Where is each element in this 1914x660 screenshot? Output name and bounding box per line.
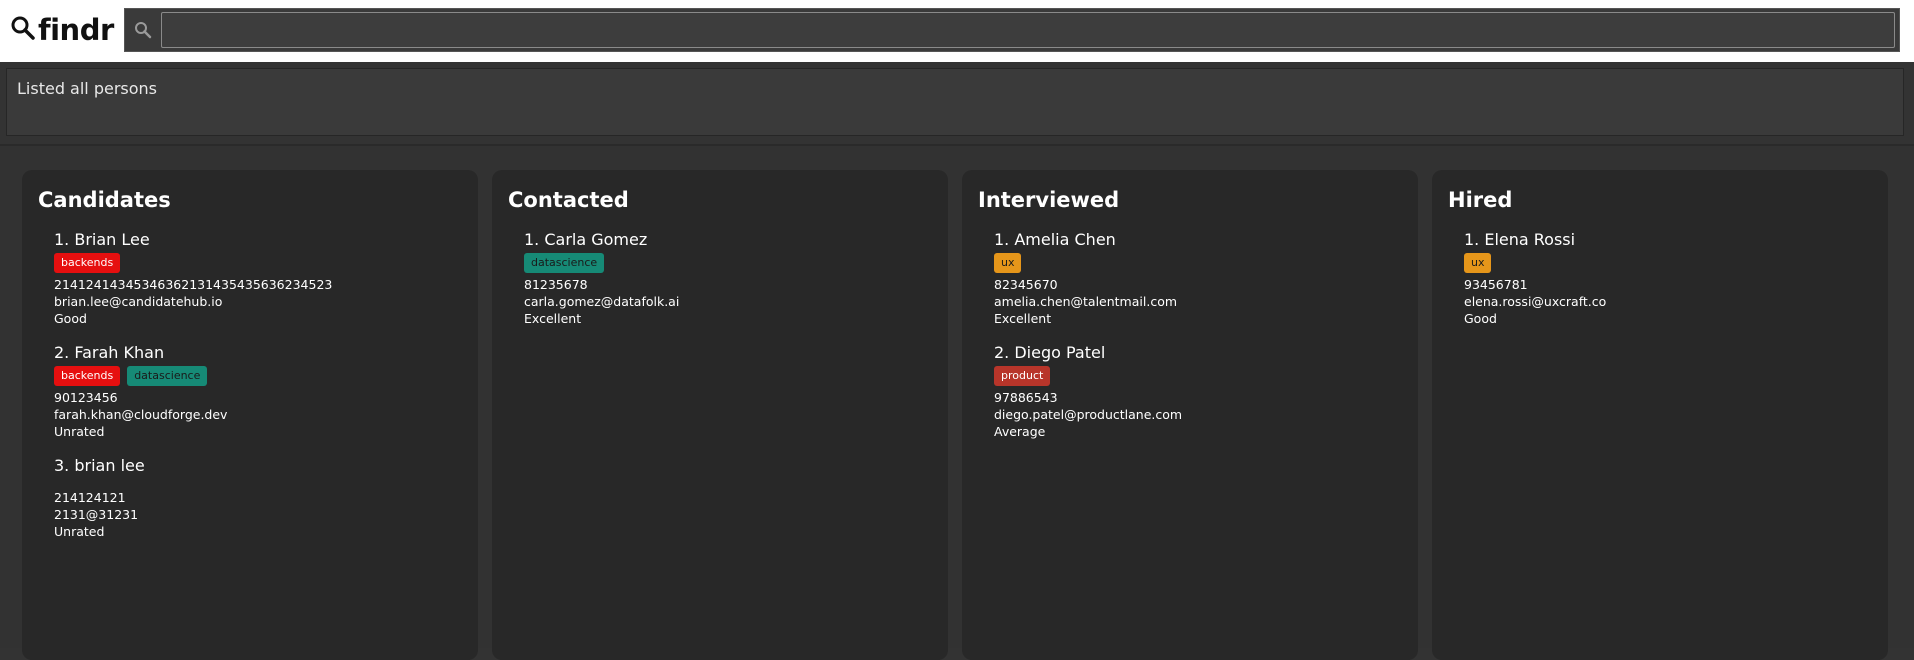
person-email: amelia.chen@talentmail.com bbox=[994, 294, 1178, 309]
result-display-area: Listed all persons bbox=[0, 62, 1914, 146]
person-name: 1. Brian Lee bbox=[54, 230, 150, 249]
tag-badge: ux bbox=[994, 253, 1022, 273]
tag-list: backends bbox=[54, 253, 462, 273]
person-phone: 214124121 bbox=[54, 490, 126, 505]
tag-badge: backends bbox=[54, 253, 121, 273]
person-email: farah.khan@cloudforge.dev bbox=[54, 407, 228, 422]
column-title: Contacted bbox=[508, 188, 629, 212]
person-card[interactable]: 1. Carla Gomez datascience 81235678 carla.g… bbox=[524, 230, 932, 343]
tag-list: datascience bbox=[524, 253, 932, 273]
result-display: Listed all persons bbox=[6, 68, 1904, 136]
command-input[interactable] bbox=[161, 12, 1895, 48]
tag-list: backends datascience bbox=[54, 366, 462, 386]
column-title: Hired bbox=[1448, 188, 1513, 212]
person-rating: Excellent bbox=[994, 311, 1052, 326]
person-card[interactable]: 1. Elena Rossi ux 93456781 elena.rossi@uxcr… bbox=[1464, 230, 1872, 343]
person-name: 1. Carla Gomez bbox=[524, 230, 648, 249]
person-rating: Unrated bbox=[54, 424, 105, 439]
result-message: Listed all persons bbox=[17, 79, 158, 98]
person-email: elena.rossi@uxcraft.co bbox=[1464, 294, 1607, 309]
column-title: Interviewed bbox=[978, 188, 1120, 212]
tag-badge: product bbox=[994, 366, 1051, 386]
person-email: carla.gomez@datafolk.ai bbox=[524, 294, 680, 309]
person-phone: 97886543 bbox=[994, 390, 1058, 405]
person-email: 2131@31231 bbox=[54, 507, 139, 522]
column-interviewed: Interviewed 1. Amelia Chen ux 82345670 ameli… bbox=[962, 170, 1418, 660]
logo-text: findr bbox=[38, 13, 114, 47]
person-card[interactable]: 2. Diego Patel product 97886543 diego.patel… bbox=[994, 343, 1402, 456]
person-name: 2. Diego Patel bbox=[994, 343, 1106, 362]
person-rating: Good bbox=[54, 311, 87, 326]
person-card[interactable]: 2. Farah Khan backends datascience 90123456… bbox=[54, 343, 462, 456]
person-card[interactable]: 1. Brian Lee backends 21412414345346362131… bbox=[54, 230, 462, 343]
person-phone: 21412414345346362131435435636234523 bbox=[54, 277, 333, 292]
column-hired: Hired 1. Elena Rossi ux 93456781 elena.rossi… bbox=[1432, 170, 1888, 660]
tag-badge: backends bbox=[54, 366, 121, 386]
tag-badge: ux bbox=[1464, 253, 1492, 273]
person-rating: Good bbox=[1464, 311, 1497, 326]
tag-list: product bbox=[994, 366, 1402, 386]
command-bar bbox=[124, 8, 1900, 52]
tag-badge: datascience bbox=[524, 253, 605, 273]
person-name: 2. Farah Khan bbox=[54, 343, 165, 362]
person-name: 3. brian lee bbox=[54, 456, 145, 475]
tag-list: ux bbox=[1464, 253, 1872, 273]
person-rating: Average bbox=[994, 424, 1046, 439]
tag-badge: datascience bbox=[127, 366, 208, 386]
tag-list: ux bbox=[994, 253, 1402, 273]
person-email: diego.patel@productlane.com bbox=[994, 407, 1183, 422]
person-email: brian.lee@candidatehub.io bbox=[54, 294, 223, 309]
person-phone: 93456781 bbox=[1464, 277, 1528, 292]
person-rating: Unrated bbox=[54, 524, 105, 539]
person-rating: Excellent bbox=[524, 311, 582, 326]
column-contacted: Contacted 1. Carla Gomez datascience 812356… bbox=[492, 170, 948, 660]
person-phone: 90123456 bbox=[54, 390, 118, 405]
person-card[interactable]: 3. brian lee 214124121 2131@31231 Unrated bbox=[54, 456, 462, 556]
search-icon bbox=[125, 9, 161, 51]
top-bar: findr bbox=[0, 0, 1914, 62]
column-title: Candidates bbox=[38, 188, 171, 212]
person-name: 1. Elena Rossi bbox=[1464, 230, 1576, 249]
person-phone: 81235678 bbox=[524, 277, 588, 292]
column-candidates: Candidates 1. Brian Lee backends 2141241434… bbox=[22, 170, 478, 660]
magnifier-icon bbox=[10, 15, 36, 45]
pipeline-board: Candidates 1. Brian Lee backends 2141241434… bbox=[0, 146, 1914, 660]
person-name: 1. Amelia Chen bbox=[994, 230, 1116, 249]
person-phone: 82345670 bbox=[994, 277, 1058, 292]
app-logo: findr bbox=[10, 10, 114, 50]
person-card[interactable]: 1. Amelia Chen ux 82345670 amelia.chen@tale… bbox=[994, 230, 1402, 343]
